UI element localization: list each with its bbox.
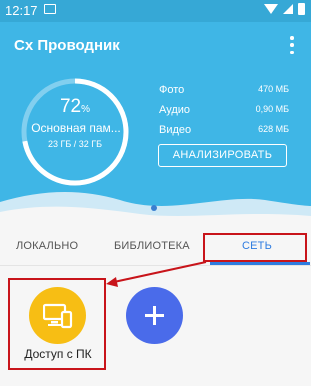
tab-library[interactable]: БИБЛИОТЕКА	[114, 240, 190, 252]
tab-local[interactable]: ЛОКАЛЬНО	[16, 240, 78, 252]
active-tab-indicator	[210, 262, 310, 265]
stat-photo: Фото 470 МБ	[159, 84, 289, 96]
stat-value: 470 МБ	[258, 84, 289, 94]
gallery-icon	[44, 4, 56, 14]
stat-label: Фото	[159, 84, 185, 96]
analyze-button[interactable]: АНАЛИЗИРОВАТЬ	[158, 144, 287, 167]
page-indicator	[151, 205, 157, 211]
app-title: Cx Проводник	[14, 37, 120, 54]
battery-icon	[298, 3, 305, 15]
stat-value: 628 МБ	[258, 124, 289, 134]
stat-label: Аудио	[159, 104, 191, 116]
status-time: 12:17	[5, 3, 38, 18]
annotation-box-network-tab	[203, 233, 307, 262]
add-network-button[interactable]	[126, 287, 183, 344]
storage-label: Основная пам...	[31, 121, 121, 135]
plus-icon-vertical	[153, 306, 156, 325]
storage-percent: 72%	[59, 96, 91, 117]
status-bar: 12:17	[0, 0, 311, 22]
stat-audio: Аудио 0,90 МБ	[159, 104, 289, 116]
wifi-icon	[264, 4, 278, 14]
stat-label: Видео	[159, 124, 192, 136]
annotation-box-pc-access	[8, 278, 106, 370]
signal-icon	[283, 4, 293, 14]
app-header: 12:17 Cx Проводник 72% Основная пам... 2…	[0, 0, 311, 228]
header-wave	[0, 191, 311, 228]
status-icons	[264, 3, 305, 15]
stat-value: 0,90 МБ	[255, 104, 289, 114]
stat-video: Видео 628 МБ	[159, 124, 289, 136]
more-vertical-icon[interactable]	[287, 36, 297, 54]
storage-usage: 23 ГБ / 32 ГБ	[47, 139, 103, 149]
